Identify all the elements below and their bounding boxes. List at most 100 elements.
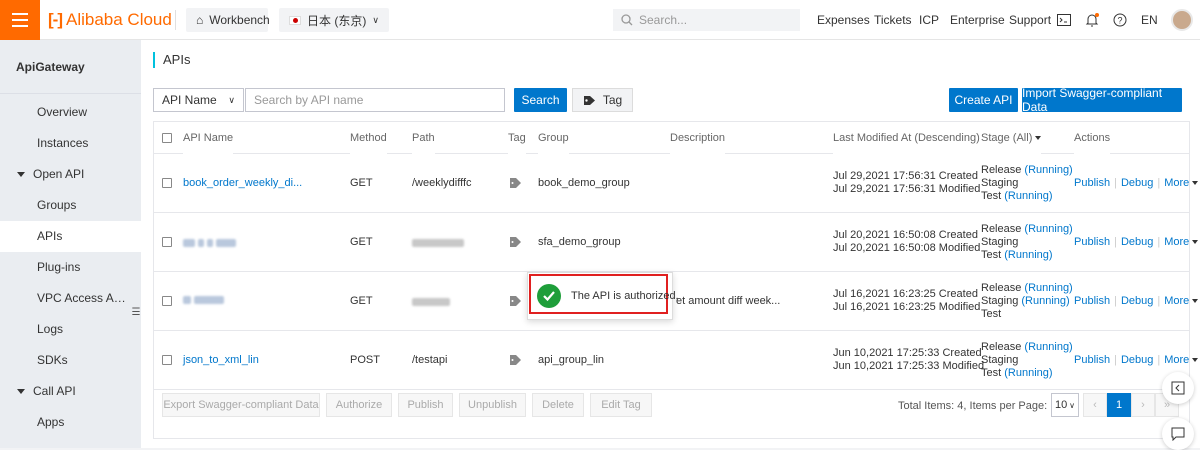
global-search-input[interactable]: Search... <box>613 9 800 31</box>
tag-icon[interactable] <box>510 296 522 306</box>
row-actions: Publish | Debug | More <box>1074 177 1199 189</box>
stage-staging-label: Staging <box>981 295 1019 307</box>
debug-link[interactable]: Debug <box>1121 354 1153 366</box>
more-dropdown[interactable]: More <box>1164 177 1189 189</box>
col-header-description: Description <box>670 122 726 154</box>
separator: | <box>1114 177 1117 189</box>
back-to-classic-icon[interactable] <box>1162 372 1194 404</box>
api-search-input[interactable]: Search by API name <box>245 88 505 112</box>
sidebar-item-logs[interactable]: Logs <box>0 314 141 345</box>
edit-tag-button[interactable]: Edit Tag <box>590 393 652 417</box>
table-footer: Export Swagger-compliant Data Authorize … <box>154 387 1189 439</box>
row-checkbox[interactable] <box>162 178 172 188</box>
language-switcher[interactable]: EN <box>1141 0 1158 40</box>
collapse-icon: ☰ <box>131 306 141 318</box>
help-icon[interactable]: ? <box>1112 12 1128 28</box>
api-path: /weeklydifffc <box>412 177 472 189</box>
chevron-right-icon: › <box>1141 399 1145 411</box>
nav-enterprise[interactable]: Enterprise <box>950 0 1005 40</box>
notification-bell-icon[interactable] <box>1084 12 1100 28</box>
next-page-button[interactable]: › <box>1131 393 1155 417</box>
more-dropdown[interactable]: More <box>1164 236 1189 248</box>
workbench-button[interactable]: ⌂ Workbench <box>186 8 270 32</box>
sidebar-item-apis[interactable]: APIs <box>0 221 141 252</box>
sidebar-item-sdks[interactable]: SDKs <box>0 345 141 376</box>
nav-icp[interactable]: ICP <box>919 0 939 40</box>
api-name-redacted[interactable] <box>183 295 225 307</box>
nav-support[interactable]: Support <box>1009 0 1051 40</box>
col-header-tag: Tag <box>508 122 526 154</box>
export-swagger-button[interactable]: Export Swagger-compliant Data <box>162 393 320 417</box>
user-avatar[interactable] <box>1171 9 1193 31</box>
region-label: 日本 (东京) <box>307 13 367 28</box>
select-all-checkbox[interactable] <box>162 133 172 143</box>
stage-release-label: Release <box>981 164 1022 176</box>
import-swagger-button[interactable]: Import Swagger-compliant Data <box>1022 86 1182 114</box>
row-checkbox[interactable] <box>162 237 172 247</box>
more-dropdown[interactable]: More <box>1164 354 1189 366</box>
debug-link[interactable]: Debug <box>1121 177 1153 189</box>
table-row: json_to_xml_lin POST /testapi api_group_… <box>154 331 1199 390</box>
separator: | <box>1114 354 1117 366</box>
row-checkbox[interactable] <box>162 355 172 365</box>
row-checkbox[interactable] <box>162 296 172 306</box>
authorize-button[interactable]: Authorize <box>326 393 392 417</box>
feedback-chat-icon[interactable] <box>1162 418 1194 450</box>
create-api-button[interactable]: Create API <box>949 88 1018 112</box>
global-search-placeholder: Search... <box>639 13 688 27</box>
publish-button[interactable]: Publish <box>398 393 453 417</box>
chevron-down-icon: ∨ <box>228 94 235 105</box>
col-header-path: Path <box>412 122 435 154</box>
api-name-link[interactable]: book_order_weekly_di... <box>183 177 302 189</box>
terminal-icon[interactable] <box>1056 12 1072 28</box>
publish-link[interactable]: Publish <box>1074 295 1110 307</box>
created-time: Jul 16,2021 16:23:25 Created <box>833 288 978 300</box>
api-path: /testapi <box>412 354 448 366</box>
sidebar-item-plug-ins[interactable]: Plug-ins <box>0 252 141 283</box>
col-header-stage[interactable]: Stage (All) <box>981 122 1042 154</box>
tag-icon[interactable] <box>510 237 522 247</box>
page-1-button[interactable]: 1 <box>1107 393 1131 417</box>
sidebar-group-open-api[interactable]: Open API <box>0 159 141 190</box>
col-header-modified[interactable]: Last Modified At (Descending) <box>833 122 989 154</box>
filter-select[interactable]: API Name ∨ <box>153 88 244 112</box>
stage-release: Release (Running) <box>981 164 1073 176</box>
sidebar-item-vpc-access[interactable]: VPC Access Authori... <box>0 283 141 314</box>
publish-link[interactable]: Publish <box>1074 236 1110 248</box>
sidebar-item-instances[interactable]: Instances <box>0 128 141 159</box>
debug-link[interactable]: Debug <box>1121 236 1153 248</box>
table-row: GET sfa_demo_group Jul 20,2021 16:50:08 … <box>154 213 1199 272</box>
stage-staging-label: Staging <box>981 236 1019 248</box>
tag-icon[interactable] <box>510 355 522 365</box>
created-time: Jul 29,2021 17:56:31 Created <box>833 170 978 182</box>
modified-time: Jul 29,2021 17:56:31 Modified <box>833 183 981 195</box>
sidebar-group-label: Open API <box>33 167 85 181</box>
sidebar-group-call-api[interactable]: Call API <box>0 376 141 407</box>
sidebar-item-overview[interactable]: Overview <box>0 97 141 128</box>
publish-link[interactable]: Publish <box>1074 354 1110 366</box>
modified-time: Jul 16,2021 16:23:25 Modified <box>833 301 981 313</box>
api-name-link[interactable]: json_to_xml_lin <box>183 354 259 366</box>
delete-button[interactable]: Delete <box>532 393 584 417</box>
stage-staging-label: Staging <box>981 354 1019 366</box>
sidebar: ApiGateway Overview Instances Open API G… <box>0 40 141 448</box>
sidebar-item-groups[interactable]: Groups <box>0 190 141 221</box>
prev-page-button[interactable]: ‹ <box>1083 393 1107 417</box>
more-dropdown[interactable]: More <box>1164 295 1189 307</box>
unpublish-button[interactable]: Unpublish <box>459 393 526 417</box>
nav-tickets[interactable]: Tickets <box>874 0 912 40</box>
region-selector[interactable]: 日本 (东京) ∨ <box>279 8 389 32</box>
publish-link[interactable]: Publish <box>1074 177 1110 189</box>
api-name-redacted[interactable] <box>183 238 237 250</box>
filter-select-value: API Name <box>162 93 217 107</box>
brand-logo[interactable]: [-] Alibaba Cloud <box>48 10 172 30</box>
nav-expenses[interactable]: Expenses <box>817 0 870 40</box>
sidebar-item-apps[interactable]: Apps <box>0 407 141 438</box>
page-size-select[interactable]: 10 ∨ <box>1051 393 1079 417</box>
hamburger-menu-button[interactable] <box>0 0 40 40</box>
chevron-down-icon <box>1192 299 1199 304</box>
debug-link[interactable]: Debug <box>1121 295 1153 307</box>
search-button[interactable]: Search <box>514 88 567 112</box>
tag-icon[interactable] <box>510 178 522 188</box>
tag-button[interactable]: Tag <box>572 88 633 112</box>
